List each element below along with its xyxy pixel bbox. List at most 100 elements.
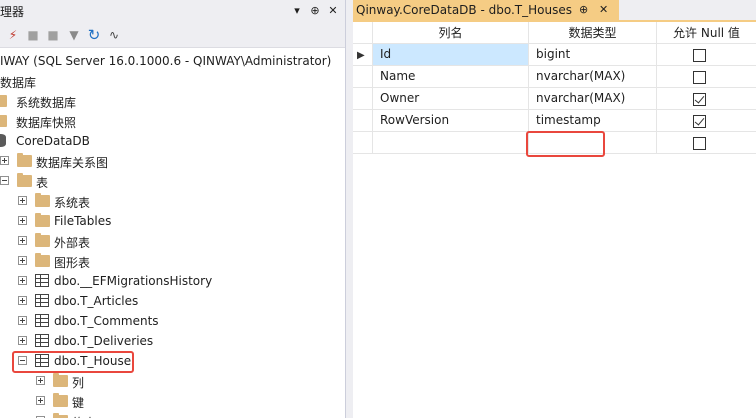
table-icon [35, 294, 49, 307]
filetables-label: FileTables [54, 214, 112, 228]
activity-monitor-icon[interactable]: ∿ [106, 26, 122, 44]
cell-allow-nulls [657, 88, 756, 110]
database-icon [0, 134, 6, 147]
tree-node-graph-tables[interactable]: 图形表 [0, 251, 345, 271]
stop-icon[interactable]: ■ [46, 26, 60, 44]
constraints-label: 约束 [72, 414, 96, 418]
folder-icon [53, 373, 68, 387]
explorer-toolbar: ⚡ ■ ■ ▼ ↻ ∿ [0, 22, 345, 48]
filter-icon[interactable]: ▼ [66, 26, 82, 44]
tree-node-system-databases[interactable]: 系统数据库 [0, 91, 345, 111]
refresh-icon[interactable]: ↻ [86, 26, 102, 44]
collapse-icon[interactable] [0, 176, 9, 185]
table-icon [35, 334, 49, 347]
table-designer-panel: Qinway.CoreDataDB - dbo.T_Houses ⊕ ✕ 列名 … [353, 0, 756, 418]
tree-node-external-tables[interactable]: 外部表 [0, 231, 345, 251]
expand-icon[interactable] [0, 156, 9, 165]
cell-column-name[interactable] [373, 132, 529, 154]
allow-null-checkbox[interactable] [693, 115, 706, 128]
close-icon[interactable]: ✕ [599, 3, 608, 16]
expand-icon[interactable] [18, 196, 27, 205]
system-tables-label: 系统表 [54, 196, 91, 210]
expand-icon[interactable] [36, 376, 45, 385]
tree-node-constraints[interactable]: 约束 [0, 411, 345, 418]
tree-node-columns[interactable]: 列 [0, 371, 345, 391]
highlight-box-t-house [12, 351, 134, 373]
highlight-box-timestamp [526, 131, 605, 157]
expand-icon[interactable] [36, 396, 45, 405]
pin-icon[interactable]: ⊕ [579, 3, 588, 16]
row-selector[interactable] [353, 132, 373, 154]
folder-icon [17, 153, 32, 167]
allow-null-checkbox[interactable] [693, 49, 706, 62]
expand-icon[interactable] [18, 236, 27, 245]
folder-icon [35, 213, 50, 227]
column-grid: 列名 数据类型 允许 Null 值 ▶ Id bigint Name nvarc… [353, 22, 756, 157]
keys-label: 键 [72, 396, 85, 410]
panel-splitter[interactable] [345, 0, 353, 418]
dropdown-icon[interactable]: ▾ [290, 3, 304, 19]
row-selector[interactable] [353, 88, 373, 110]
object-explorer-panel: 理器 ▾ ⊕ ✕ ⚡ ■ ■ ▼ ↻ ∿ IWAY (SQL Server 16… [0, 0, 345, 418]
row-selector[interactable] [353, 66, 373, 88]
expand-icon[interactable] [18, 296, 27, 305]
row-selector[interactable] [353, 110, 373, 132]
tree-node-table[interactable]: dbo.T_Articles [0, 291, 345, 311]
tree-node-table[interactable]: dbo.T_Comments [0, 311, 345, 331]
cell-allow-nulls [657, 66, 756, 88]
tree-node-db-diagrams[interactable]: 数据库关系图 [0, 151, 345, 171]
tree-node-keys[interactable]: 键 [0, 391, 345, 411]
folder-icon [35, 193, 50, 207]
cell-data-type[interactable]: bigint [529, 44, 657, 66]
header-allow-nulls[interactable]: 允许 Null 值 [657, 22, 756, 44]
allow-null-checkbox[interactable] [693, 137, 706, 150]
tables-label: 表 [36, 176, 49, 190]
expand-icon[interactable] [18, 216, 27, 225]
tree-node-coredatadb[interactable]: CoreDataDB [0, 131, 345, 151]
header-column-name[interactable]: 列名 [373, 22, 529, 44]
tree-node-table[interactable]: dbo.T_Deliveries [0, 331, 345, 351]
cell-data-type[interactable]: nvarchar(MAX) [529, 66, 657, 88]
coredatadb-label: CoreDataDB [16, 134, 90, 148]
server-connection-label: IWAY (SQL Server 16.0.1000.6 - QINWAY\Ad… [0, 54, 332, 68]
tree-node-tables[interactable]: 表 [0, 171, 345, 191]
tree-node-db-snapshots[interactable]: 数据库快照 [0, 111, 345, 131]
tree-node-server[interactable]: IWAY (SQL Server 16.0.1000.6 - QINWAY\Ad… [0, 51, 345, 71]
cell-data-type[interactable]: nvarchar(MAX) [529, 88, 657, 110]
allow-null-checkbox[interactable] [693, 71, 706, 84]
row-selector-header [353, 22, 373, 44]
disconnect-icon[interactable]: ■ [26, 26, 40, 44]
tab-table-designer[interactable]: Qinway.CoreDataDB - dbo.T_Houses ⊕ ✕ [353, 0, 619, 22]
cell-column-name[interactable]: Owner [373, 88, 529, 110]
pin-icon[interactable]: ⊕ [308, 3, 322, 19]
tree-node-system-tables[interactable]: 系统表 [0, 191, 345, 211]
expand-icon[interactable] [18, 336, 27, 345]
table-label: dbo.T_Comments [54, 314, 159, 328]
expand-icon[interactable] [18, 276, 27, 285]
tree-node-table[interactable]: dbo.__EFMigrationsHistory [0, 271, 345, 291]
cell-column-name[interactable]: RowVersion [373, 110, 529, 132]
expand-icon[interactable] [18, 256, 27, 265]
columns-label: 列 [72, 376, 85, 390]
cell-column-name[interactable]: Id [373, 44, 529, 66]
expand-icon[interactable] [18, 316, 27, 325]
system-databases-label: 系统数据库 [16, 96, 77, 110]
folder-icon [35, 253, 50, 267]
primary-key-icon: ▶ [357, 50, 365, 61]
connect-icon[interactable]: ⚡ [4, 26, 22, 44]
folder-icon [35, 233, 50, 247]
cell-column-name[interactable]: Name [373, 66, 529, 88]
allow-null-checkbox[interactable] [693, 93, 706, 106]
row-selector[interactable]: ▶ [353, 44, 373, 66]
cell-allow-nulls [657, 110, 756, 132]
tree-node-databases[interactable]: 数据库 [0, 71, 345, 91]
folder-icon [53, 393, 68, 407]
tree-node-filetables[interactable]: FileTables [0, 211, 345, 231]
document-tabstrip: Qinway.CoreDataDB - dbo.T_Houses ⊕ ✕ [353, 0, 756, 22]
header-data-type[interactable]: 数据类型 [529, 22, 657, 44]
close-icon[interactable]: ✕ [326, 3, 340, 19]
graph-tables-label: 图形表 [54, 256, 91, 270]
cell-data-type[interactable]: timestamp [529, 110, 657, 132]
cell-allow-nulls [657, 44, 756, 66]
table-label: dbo.__EFMigrationsHistory [54, 274, 213, 288]
